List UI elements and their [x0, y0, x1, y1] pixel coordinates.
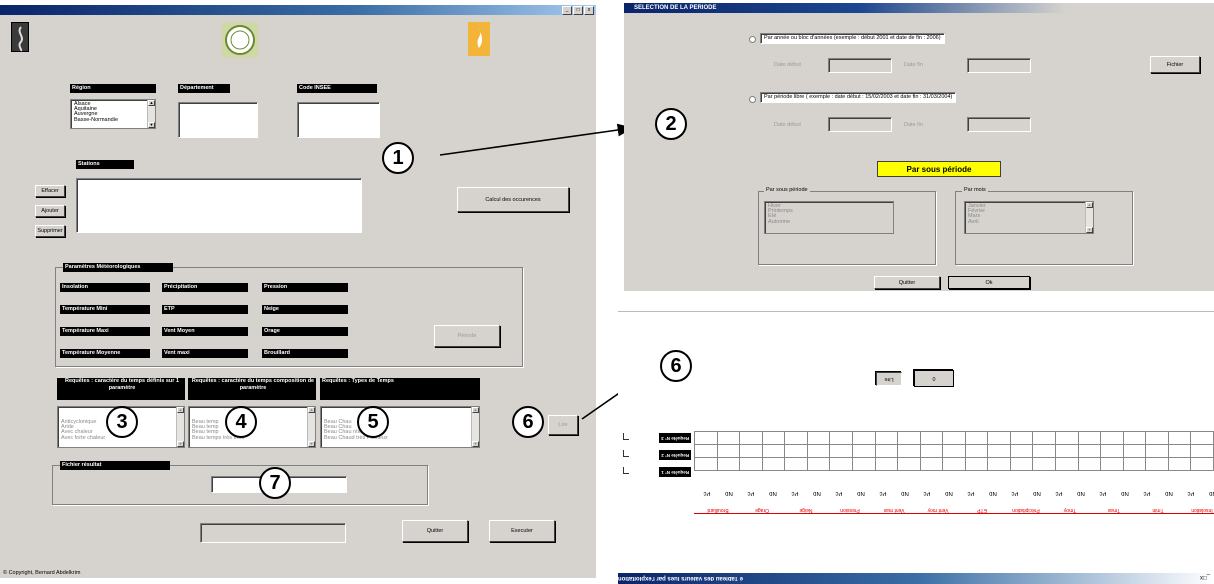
sous-periode-list[interactable]: Hiver Printemps Eté Automne	[764, 201, 894, 234]
nb-pc-header-row: NbPc NbPc NbPc NbPc NbPc NbPc NbPc NbPc …	[694, 486, 1214, 496]
table-row	[694, 457, 1214, 471]
date-fin-label-2: Date fin	[904, 122, 923, 128]
table-row	[694, 431, 1214, 445]
date-fin-field-1[interactable]	[967, 58, 1031, 73]
col-vent-moy: Vent moy	[927, 507, 949, 513]
annotation-6b: 6	[660, 350, 692, 382]
period-quitter-button[interactable]: Quitter	[874, 276, 940, 289]
fichier-button[interactable]: Fichier	[1150, 56, 1200, 73]
result-title: e Tableau des valeurs lues par l'exploit…	[618, 575, 744, 581]
par-sous-periode-button[interactable]: Par sous période	[877, 161, 1001, 177]
pair-nb: Nb	[725, 490, 733, 496]
row-marker-3	[623, 433, 629, 440]
date-fin-label-1: Date fin	[904, 62, 923, 68]
result-window-controls[interactable]: _□x	[1200, 574, 1210, 580]
option2-label[interactable]: Par période libre ( exemple : date début…	[760, 92, 957, 103]
period-title: SELECTION DE LA PERIODE	[634, 5, 717, 11]
pair-pc: Pc	[791, 490, 799, 496]
col-tmin: Tmin	[1152, 507, 1164, 513]
pair-pc: Pc	[747, 490, 755, 496]
col-precipitation: Précipitation	[1012, 507, 1040, 513]
date-debut-label-1: Date début	[774, 62, 801, 68]
pair-nb: Nb	[1121, 490, 1129, 496]
mois-scrollbar[interactable]: ▲ ▼	[1085, 202, 1093, 233]
option1-label[interactable]: Par année ou bloc d'années (exemple : dé…	[760, 33, 945, 44]
col-insolation: Insolation	[1191, 507, 1213, 513]
result-titlebar: e Tableau des valeurs lues par l'exploit…	[618, 573, 1214, 584]
row-label-2: Requête N° 2	[659, 450, 691, 460]
arrow-to-period-window	[439, 123, 634, 156]
date-debut-field-1[interactable]	[828, 58, 892, 73]
period-ok-button[interactable]: Ok	[948, 276, 1030, 289]
annotation-2: 2	[655, 108, 687, 140]
pair-nb: Nb	[1209, 490, 1214, 496]
pair-pc: Pc	[703, 490, 711, 496]
col-vent-max: Vent max	[883, 507, 905, 513]
pair-pc: Pc	[1099, 490, 1107, 496]
date-fin-field-2[interactable]	[967, 117, 1031, 132]
mois-item[interactable]: Avril	[968, 219, 1083, 225]
date-debut-label-2: Date début	[774, 122, 801, 128]
result-btn-b[interactable]: 0	[914, 370, 954, 387]
result-window: Lire 0 Requête N° 3 Requête N° 2 Requête…	[618, 320, 1214, 584]
pair-nb: Nb	[1033, 490, 1041, 496]
sous-periode-item[interactable]: Automne	[768, 219, 883, 225]
column-header-row: Insolation Tmin Tmax Tmoy Précipitation …	[694, 503, 1214, 513]
col-pression: Pression	[840, 507, 860, 513]
row-label-1: Requête N° 1	[659, 467, 691, 477]
col-brouillard: Brouillard	[707, 507, 729, 513]
pair-pc: Pc	[923, 490, 931, 496]
result-btn-a[interactable]: Lire	[876, 372, 902, 386]
col-neige: Neige	[799, 507, 813, 513]
pair-pc: Pc	[1055, 490, 1063, 496]
row-marker-2	[623, 450, 629, 457]
mois-list[interactable]: Janvier Février Mars Avril ▲ ▼	[964, 201, 1094, 234]
separator-line	[618, 311, 1214, 312]
period-titlebar: SELECTION DE LA PERIODE	[624, 3, 1214, 13]
pair-nb: Nb	[813, 490, 821, 496]
row-marker-1	[623, 467, 629, 474]
col-tmax: Tmax	[1107, 507, 1121, 513]
pair-pc: Pc	[1187, 490, 1195, 496]
sous-periode-group-label: Par sous période	[764, 187, 810, 193]
pair-nb: Nb	[857, 490, 865, 496]
period-window: SELECTION DE LA PERIODE Par année ou blo…	[624, 3, 1214, 291]
pair-nb: Nb	[1077, 490, 1085, 496]
pair-nb: Nb	[945, 490, 953, 496]
pair-pc: Pc	[835, 490, 843, 496]
column-underline	[694, 513, 1214, 514]
pair-pc: Pc	[967, 490, 975, 496]
result-grid	[694, 431, 1214, 471]
table-row	[694, 444, 1214, 458]
scroll-up-icon[interactable]: ▲	[1086, 202, 1093, 208]
option1-radio[interactable]	[749, 36, 756, 43]
pair-nb: Nb	[989, 490, 997, 496]
pair-nb: Nb	[769, 490, 777, 496]
date-debut-field-2[interactable]	[828, 117, 892, 132]
pair-nb: Nb	[1165, 490, 1173, 496]
col-tmoy: Tmoy	[1063, 507, 1077, 513]
scroll-down-icon[interactable]: ▼	[1086, 227, 1093, 233]
col-orage: Orage	[755, 507, 769, 513]
col-etp: ETP	[977, 507, 987, 513]
mois-group-label: Par mois	[962, 187, 988, 193]
pair-pc: Pc	[1011, 490, 1019, 496]
pair-nb: Nb	[901, 490, 909, 496]
option2-radio[interactable]	[749, 96, 756, 103]
pair-pc: Pc	[1143, 490, 1151, 496]
row-label-3: Requête N° 3	[659, 433, 691, 443]
pair-pc: Pc	[879, 490, 887, 496]
